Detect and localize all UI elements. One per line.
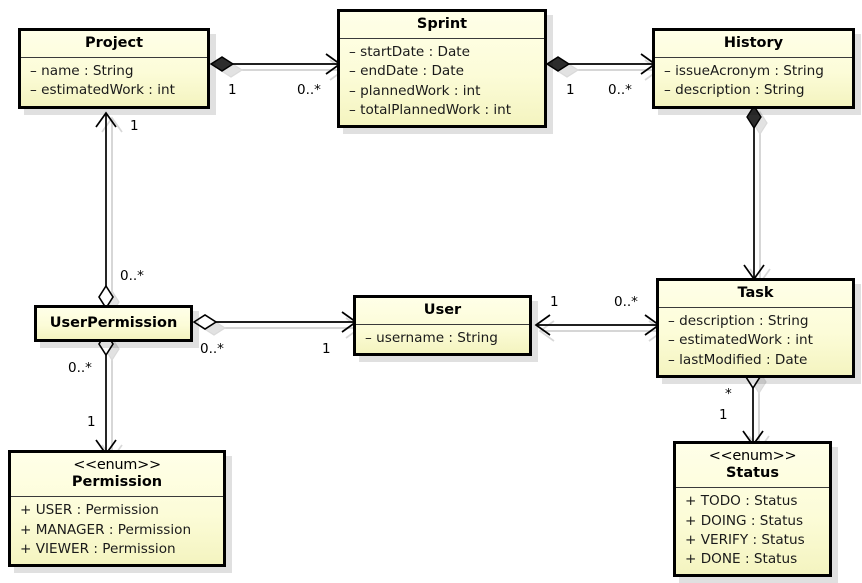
class-attributes-sprint: – startDate : Date – endDate : Date – pl… [340, 39, 544, 125]
attribute-row: – estimatedWork : int [668, 332, 813, 349]
multiplicity-label-userpermission-top: 0..* [120, 268, 144, 284]
class-attributes-task: – description : String – estimatedWork :… [659, 308, 852, 375]
attribute-row: – username : String [365, 330, 498, 347]
edge-userpermission-project [95, 111, 123, 315]
class-title-status: <<enum>> Status [676, 444, 829, 487]
class-name-task: Task [737, 285, 774, 301]
attribute-row: – description : String [664, 82, 805, 99]
edge-history-task [743, 104, 771, 285]
class-title-permission: <<enum>> Permission [11, 453, 223, 496]
edge-userpermission-user [192, 311, 362, 339]
edge-userpermission-permission [95, 331, 123, 461]
class-name-user: User [423, 302, 462, 318]
class-box-userpermission[interactable]: UserPermission [34, 305, 193, 342]
attribute-row: – description : String [668, 313, 809, 330]
edge-sprint-history [545, 53, 661, 81]
stereotype-enum: <<enum>> [73, 457, 161, 473]
multiplicity-label-sprint-history-target: 0..* [608, 82, 632, 98]
multiplicity-label-project-sprint-source: 1 [228, 82, 237, 98]
class-title-user: User [356, 298, 529, 324]
class-title-sprint: Sprint [340, 12, 544, 38]
attribute-row: – lastModified : Date [668, 351, 808, 368]
attribute-row: + USER : Permission [20, 502, 159, 519]
edge-task-status [742, 364, 770, 452]
attribute-row: – issueAcronym : String [664, 63, 824, 80]
attribute-row: – endDate : Date [349, 63, 464, 80]
edge-project-sprint [209, 53, 346, 81]
attribute-row: – plannedWork : int [349, 82, 481, 99]
class-name-userpermission: UserPermission [49, 315, 178, 331]
class-name-permission: Permission [71, 474, 163, 491]
attribute-row: + DONE : Status [685, 551, 798, 568]
multiplicity-label-userpermission-user-source: 0..* [200, 341, 224, 357]
class-attributes-history: – issueAcronym : String – description : … [655, 58, 852, 106]
multiplicity-label-task-bottom: * [725, 386, 732, 402]
uml-class-diagram: Project – name : String – estimatedWork … [0, 0, 862, 583]
multiplicity-label-userpermission-bottom: 0..* [68, 360, 92, 376]
class-name-history: History [723, 35, 784, 51]
class-box-sprint[interactable]: Sprint – startDate : Date – endDate : Da… [337, 9, 547, 129]
multiplicity-label-project-sprint-target: 0..* [297, 82, 321, 98]
class-name-sprint: Sprint [416, 16, 468, 32]
class-title-project: Project [21, 31, 207, 57]
class-box-project[interactable]: Project – name : String – estimatedWork … [18, 28, 210, 109]
multiplicity-label-status-end: 1 [719, 407, 728, 423]
class-title-userpermission: UserPermission [37, 308, 190, 337]
multiplicity-label-user-task-target: 0..* [614, 294, 638, 310]
class-box-status[interactable]: <<enum>> Status + TODO : Status + DOING … [673, 441, 832, 578]
class-box-user[interactable]: User – username : String [353, 295, 532, 357]
attribute-row: – totalPlannedWork : int [349, 102, 512, 118]
class-attributes-status: + TODO : Status + DOING : Status + VERIF… [676, 488, 829, 574]
class-attributes-project: – name : String – estimatedWork : int [21, 58, 207, 106]
multiplicity-label-userpermission-user-target: 1 [322, 341, 331, 357]
class-name-status: Status [725, 465, 780, 482]
attribute-row: + DOING : Status [685, 512, 804, 529]
class-attributes-user: – username : String [356, 325, 529, 353]
class-title-history: History [655, 31, 852, 57]
multiplicity-label-user-task-source: 1 [550, 294, 559, 310]
class-attributes-permission: + USER : Permission + MANAGER : Permissi… [11, 497, 223, 564]
class-box-permission[interactable]: <<enum>> Permission + USER : Permission … [8, 450, 226, 568]
attribute-row: – name : String [30, 63, 134, 80]
class-box-history[interactable]: History – issueAcronym : String – descri… [652, 28, 855, 109]
attribute-row: + MANAGER : Permission [20, 521, 192, 538]
class-name-project: Project [84, 35, 144, 51]
attribute-row: + VIEWER : Permission [20, 540, 176, 557]
class-box-task[interactable]: Task – description : String – estimatedW… [656, 278, 855, 378]
stereotype-enum: <<enum>> [708, 448, 797, 464]
class-title-task: Task [659, 281, 852, 307]
multiplicity-label-project-end: 1 [130, 118, 139, 134]
attribute-row: – startDate : Date [349, 44, 470, 61]
edge-user-task [534, 314, 665, 342]
attribute-row: + TODO : Status [685, 493, 798, 510]
attribute-row: + VERIFY : Status [685, 531, 805, 548]
attribute-row: – estimatedWork : int [30, 82, 175, 99]
multiplicity-label-sprint-history-source: 1 [566, 82, 575, 98]
multiplicity-label-permission-end: 1 [87, 414, 96, 430]
